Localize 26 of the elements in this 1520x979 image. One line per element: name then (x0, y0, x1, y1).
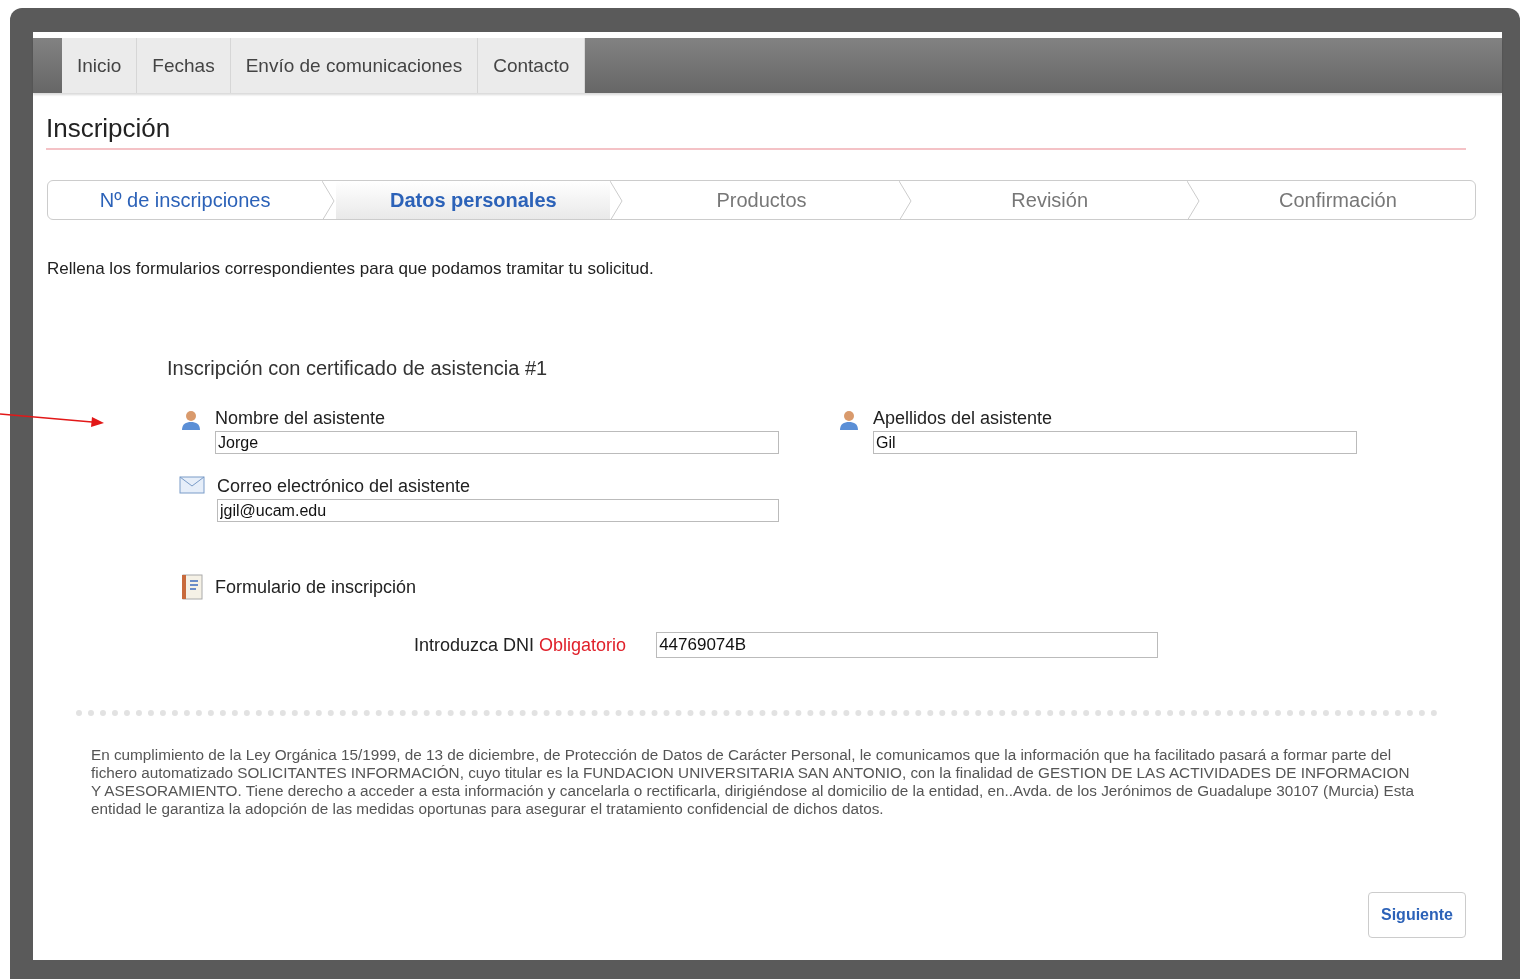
dni-label: Introduzca DNI Obligatorio (414, 634, 627, 656)
input-field[interactable]: Jorge (215, 431, 779, 454)
page-title: Inscripción (46, 113, 1466, 150)
field-label: Nombre del asistente (215, 408, 387, 429)
nav-tab[interactable]: Contacto (478, 38, 586, 93)
form-title: Inscripción con certificado de asistencia #1 (167, 357, 549, 380)
field-label: Correo electrónico del asistente (217, 476, 472, 497)
intro-text: Rellena los formularios correspondientes para que podamos tramitar tu solicitud. (47, 259, 655, 279)
section-title: Formulario de inscripción (215, 576, 417, 598)
input-field[interactable]: Gil (873, 431, 1357, 454)
wizard-step[interactable]: Confirmación (1200, 181, 1475, 219)
input-field[interactable]: 44769074B (656, 632, 1159, 658)
person-icon (837, 408, 861, 432)
envelope-icon (179, 476, 205, 494)
next-button[interactable]: Siguiente (1368, 892, 1466, 938)
person-icon (179, 408, 203, 432)
nav-tab[interactable]: Envío de comunicaciones (230, 38, 479, 93)
input-field[interactable]: jgil@ucam.edu (217, 499, 779, 522)
legal-notice: En cumplimiento de la Ley Orgánica 15/1999, de 13 de diciembre, de Protección de Datos de Carácter Personal, le comunicamos que la información que ha facilitado pasará a formar parte del fichero automatizado SOLICITANTES INFORMACIÓN, cuyo titular es la FUNDACION UNIVERSITARIA SAN ANTONIO, con la finalidad de GESTION DE LAS ACTIVIDADES DE INFORMACION Y ASESORAMIENTO. Tiene derecho a acceder a esta información y cancelarla o rectificarla, dirigiéndose al domicilio de la entidad, en..Avda. de los Jerónimos de Guadalupe 30107 (Murcia) Esta entidad le garantiza la adopción de las medidas oportunas para asegurar el tratamiento confidencial de dichos datos. (91, 746, 1416, 818)
wizard-step[interactable]: Productos (624, 181, 899, 219)
wizard-step[interactable]: Revisión (912, 181, 1187, 219)
nav-tab[interactable]: Fechas (137, 38, 231, 93)
notebook-icon (181, 574, 203, 600)
nav-tab[interactable]: Inicio (62, 38, 138, 93)
wizard-step[interactable]: Nº de inscripciones (48, 181, 323, 219)
field-label: Apellidos del asistente (873, 408, 1054, 429)
